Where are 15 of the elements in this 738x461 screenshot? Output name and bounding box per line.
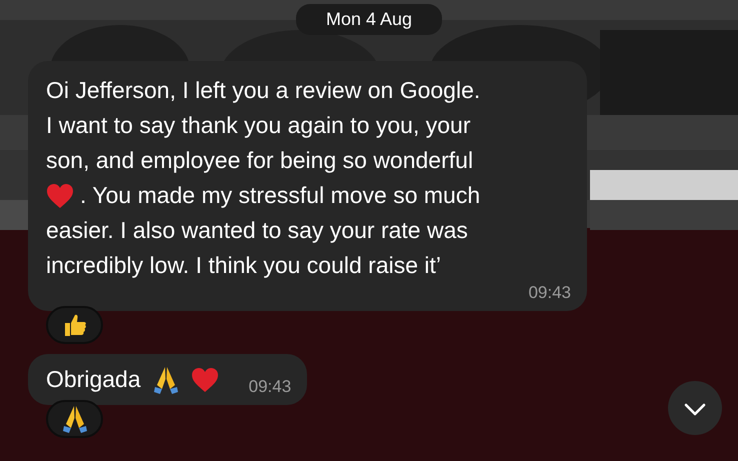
message-time: 09:43 bbox=[528, 283, 571, 303]
praying-hands-icon bbox=[62, 404, 88, 434]
chevron-down-icon bbox=[684, 402, 706, 416]
message-text: easier. I also wanted to say your rate was bbox=[46, 216, 468, 245]
message-text: Obrigada bbox=[46, 365, 141, 394]
heart-icon bbox=[46, 182, 74, 208]
message-text: I want to say thank you again to you, your bbox=[46, 111, 470, 140]
heart-icon bbox=[190, 366, 219, 392]
praying-hands-icon bbox=[152, 364, 179, 394]
message-time: 09:43 bbox=[248, 376, 292, 396]
message-text: son, and employee for being so wonderful bbox=[46, 146, 474, 175]
message-text: . You made my stressful move so much bbox=[80, 181, 480, 210]
message-text: Oi Jefferson, I left you a review on Google. bbox=[46, 76, 480, 105]
message-text: incredibly low. I think you could raise it’ bbox=[46, 251, 442, 280]
date-divider: Mon 4 Aug bbox=[296, 4, 442, 35]
